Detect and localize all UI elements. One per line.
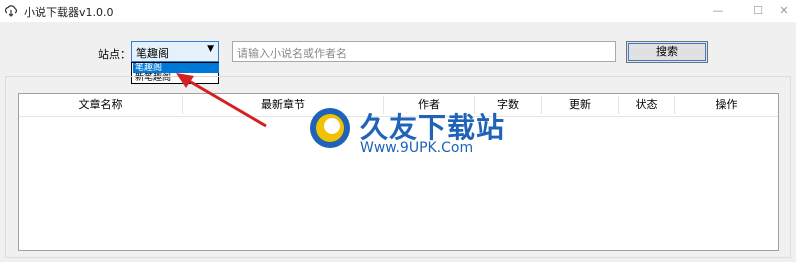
minimize-button[interactable]: — [700,0,736,22]
search-button[interactable]: 搜索 [626,41,708,63]
search-placeholder: 请输入小说名或作者名 [237,47,347,60]
window-title: 小说下载器v1.0.0 [24,6,114,19]
search-button-focus-ring [628,43,706,61]
chevron-down-icon: ▼ [207,44,214,54]
watermark-logo-icon [310,108,350,148]
site-select-value: 笔趣阁 [136,47,169,60]
column-header-status[interactable]: 状态 [619,94,674,116]
column-header-action[interactable]: 操作 [675,94,778,116]
close-button[interactable]: ✕ [766,0,796,22]
column-header-updated[interactable]: 更新 [542,94,618,116]
cloud-download-icon [4,5,17,17]
red-arrow-annotation [176,73,267,128]
watermark-url: Www.9UPK.Com [360,140,474,156]
site-select[interactable]: 笔趣阁 ▼ [131,41,219,62]
title-bar: 小说下载器v1.0.0 — ☐ ✕ [0,0,796,22]
column-header-name[interactable]: 文章名称 [19,94,182,116]
watermark: 久友下载站 Www.9UPK.Com [300,96,510,162]
site-label: 站点： [98,48,131,61]
search-input[interactable]: 请输入小说名或作者名 [232,41,616,62]
